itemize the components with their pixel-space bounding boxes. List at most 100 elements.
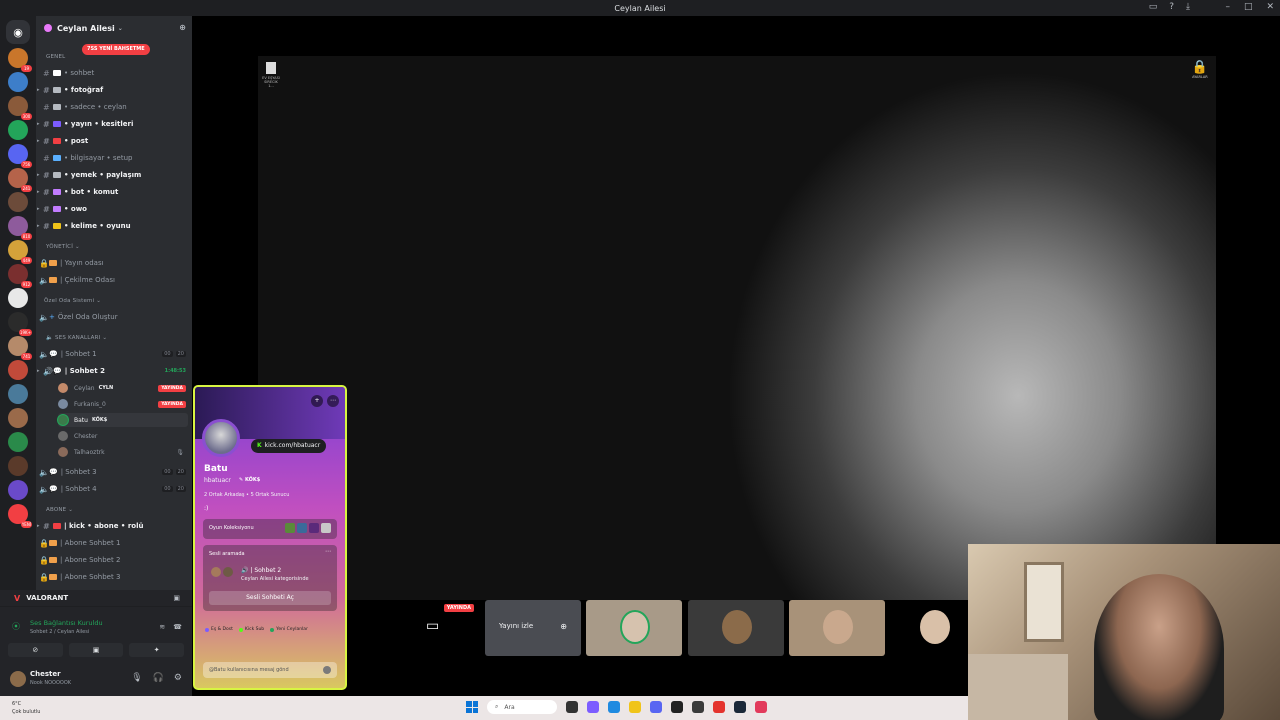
- category-yonetici[interactable]: YÖNETİCİ ⌄: [46, 244, 80, 250]
- activities-button[interactable]: ✦: [129, 643, 185, 657]
- discord-icon[interactable]: [650, 701, 662, 713]
- headphones-icon[interactable]: 🎧: [153, 673, 164, 683]
- more-options-icon[interactable]: ⋯: [325, 548, 331, 555]
- voice-channel-sohbet-4[interactable]: 🔈 💬 | Sohbet 4 00 20: [36, 482, 192, 496]
- server-icon[interactable]: YENİ: [8, 504, 32, 528]
- server-icon[interactable]: 19: [8, 48, 32, 72]
- voice-status-title[interactable]: Ses Bağlantısı Kuruldu: [30, 619, 103, 627]
- settings-gear-icon[interactable]: ⚙: [174, 673, 182, 683]
- server-icon[interactable]: [8, 456, 28, 476]
- voice-user[interactable]: Talhaoztrk 🎙: [58, 445, 188, 459]
- server-icon[interactable]: 810: [8, 216, 32, 240]
- new-mentions-pill[interactable]: 7SS YENİ BAHSETME: [82, 44, 150, 55]
- participant-tile-talhaoztrk[interactable]: [789, 600, 885, 656]
- obs-icon[interactable]: [692, 701, 704, 713]
- text-channel[interactable]: ▸ # • yayın • kesitleri: [36, 117, 192, 131]
- participant-tile-batu[interactable]: [586, 600, 682, 656]
- add-friend-icon[interactable]: +: [311, 395, 323, 407]
- game-activity[interactable]: V VALORANT ▣: [0, 590, 192, 606]
- inbox-icon[interactable]: ▭: [1149, 2, 1158, 12]
- emoji-icon[interactable]: [323, 666, 331, 674]
- server-tag-badge[interactable]: ✎ KÖK$: [239, 477, 260, 483]
- server-icon[interactable]: 741: [8, 336, 32, 360]
- category-ozel[interactable]: Özel Oda Sistemi ⌄: [44, 298, 101, 304]
- terminal-icon[interactable]: [671, 701, 683, 713]
- add-user-icon[interactable]: ⊕: [179, 23, 186, 32]
- text-channel[interactable]: # • bilgisayar • setup: [36, 151, 192, 165]
- server-header[interactable]: Ceylan Ailesi ⌄ ⊕: [36, 16, 192, 40]
- valorant-app-icon[interactable]: [713, 701, 725, 713]
- channel-cekilme-odasi[interactable]: 🔈 | Çekilme Odası: [36, 273, 192, 287]
- channel-abone-sohbet-3[interactable]: 🔒 | Abone Sohbet 3: [36, 570, 192, 584]
- stream-video[interactable]: [258, 56, 1216, 600]
- server-icon[interactable]: [8, 432, 28, 452]
- lock-icon[interactable]: 🔒 AYARLAR: [1192, 60, 1208, 79]
- camera-button[interactable]: ⊘: [8, 643, 63, 657]
- kick-link[interactable]: Kkick.com/hbatuacr: [251, 439, 327, 453]
- participant-tile-chester[interactable]: [688, 600, 784, 656]
- role-pill[interactable]: Kick Sub: [238, 627, 264, 632]
- minimize-button[interactable]: –: [1225, 2, 1230, 12]
- text-channel[interactable]: ▸ # • post: [36, 134, 192, 148]
- game-collection-card[interactable]: Oyun Koleksiyonu: [203, 519, 337, 539]
- server-icon[interactable]: 300: [8, 96, 32, 120]
- category-abone[interactable]: ABONE ⌄: [46, 507, 73, 513]
- close-button[interactable]: ✕: [1266, 2, 1274, 12]
- voice-user[interactable]: Furkanis_0 YAYINDA: [58, 397, 188, 411]
- channel-abone-sohbet-2[interactable]: 🔒 | Abone Sohbet 2: [36, 553, 192, 567]
- channel-kick-abone-rolu[interactable]: ▸ # | kick • abone • rolü: [36, 519, 192, 533]
- help-icon[interactable]: ?: [1169, 2, 1174, 12]
- text-channel[interactable]: ▸ # • bot • komut: [36, 185, 192, 199]
- disconnect-icon[interactable]: ☎: [173, 623, 182, 631]
- server-icon[interactable]: 19K+: [8, 312, 32, 336]
- explorer-icon[interactable]: [629, 701, 641, 713]
- message-input[interactable]: @Batu kullanıcısına mesaj gönd: [203, 662, 337, 678]
- noise-suppression-icon[interactable]: ≋: [159, 623, 165, 631]
- overlay-icon[interactable]: ▣: [173, 594, 180, 602]
- taskbar-search[interactable]: ⌕ Ara: [487, 700, 557, 714]
- text-channel[interactable]: # • sadece • ceylan: [36, 100, 192, 114]
- server-icon[interactable]: [8, 480, 28, 500]
- edge-icon[interactable]: [608, 701, 620, 713]
- server-icon[interactable]: 449: [8, 240, 32, 264]
- text-channel[interactable]: ▸ # • kelime • oyunu: [36, 219, 192, 233]
- role-pill[interactable]: Yeni Ceylanlar: [270, 627, 308, 632]
- category-genel[interactable]: GENEL: [46, 54, 65, 60]
- server-icon[interactable]: [8, 408, 28, 428]
- server-icon[interactable]: 241: [8, 168, 32, 192]
- channel-ozel-oda-olustur[interactable]: 🔈 + Özel Oda Oluştur: [36, 310, 192, 324]
- desktop-file-icon[interactable]: EV EŞYASI SİRECİK 1...: [262, 62, 280, 88]
- more-options-icon[interactable]: ⋯: [327, 395, 339, 407]
- server-icon[interactable]: 756: [8, 144, 32, 168]
- discord-home-icon[interactable]: ◉: [6, 20, 30, 44]
- user-name[interactable]: Chester: [30, 670, 61, 678]
- steam-icon[interactable]: [734, 701, 746, 713]
- channel-abone-sohbet-1[interactable]: 🔒 | Abone Sohbet 1: [36, 536, 192, 550]
- microphone-icon[interactable]: 🎙: [131, 673, 142, 683]
- stream-tile-furkanis[interactable]: Yayını izle ⊕: [485, 600, 581, 656]
- server-icon[interactable]: [8, 72, 28, 92]
- server-icon[interactable]: [8, 120, 28, 140]
- text-channel[interactable]: ▸ # • yemek • paylaşım: [36, 168, 192, 182]
- server-icon[interactable]: 912: [8, 264, 32, 288]
- start-icon[interactable]: [466, 701, 478, 713]
- text-channel[interactable]: ▸ # • fotoğraf: [36, 83, 192, 97]
- channel-yayin-odasi[interactable]: 🔒 | Yayın odası: [36, 256, 192, 270]
- weather-widget[interactable]: 6°C Çok bulutlu: [12, 700, 40, 716]
- voice-channel-sohbet-1[interactable]: 🔈 💬 | Sohbet 1 00 20: [36, 347, 192, 361]
- maximize-button[interactable]: □: [1244, 2, 1253, 12]
- voice-user[interactable]: Ceylan CYLN YAYINDA: [58, 381, 188, 395]
- voice-user[interactable]: Chester: [58, 429, 188, 443]
- text-channel[interactable]: # • sohbet: [36, 66, 192, 80]
- server-icon[interactable]: [8, 384, 28, 404]
- mutual-info[interactable]: 2 Ortak Arkadaş • 5 Ortak Sunucu: [204, 492, 289, 498]
- role-pill[interactable]: Eş & Dost: [205, 627, 233, 632]
- avatar[interactable]: [10, 671, 26, 687]
- copilot-icon[interactable]: [587, 701, 599, 713]
- screen-share-button[interactable]: ▣: [68, 643, 124, 657]
- profile-avatar[interactable]: [202, 419, 240, 457]
- server-icon[interactable]: [8, 360, 28, 380]
- app-icon[interactable]: [755, 701, 767, 713]
- server-icon[interactable]: [8, 288, 28, 308]
- server-icon[interactable]: [8, 192, 28, 212]
